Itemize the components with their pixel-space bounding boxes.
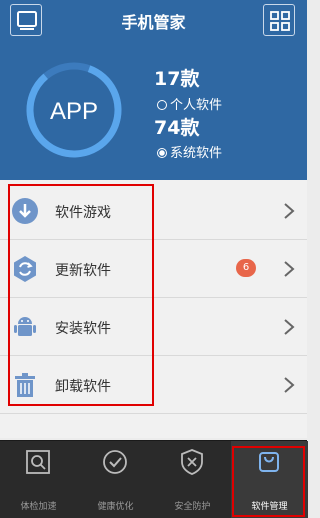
app-summary-panel: APP 17款 个人软件 74款 系统软件 <box>0 40 307 180</box>
annotation-highlight-box <box>8 184 154 406</box>
shield-icon <box>181 449 203 475</box>
personal-radio[interactable]: 个人软件 <box>157 94 222 113</box>
personal-label: 个人软件 <box>170 98 223 113</box>
chevron-right-icon <box>284 203 295 219</box>
tab-label: 安全防护 <box>174 502 211 512</box>
scan-icon <box>26 450 50 474</box>
ring-label: APP <box>50 98 98 125</box>
radio-selected-icon <box>157 148 167 158</box>
annotation-tab-highlight <box>232 446 305 517</box>
tab-health-optimize[interactable]: 健康优化 <box>77 441 154 518</box>
tab-security[interactable]: 安全防护 <box>154 441 231 518</box>
system-count: 74款 <box>154 117 200 139</box>
chevron-right-icon <box>284 319 295 335</box>
personal-count: 17款 <box>154 68 200 90</box>
tab-label: 体检加速 <box>20 502 57 512</box>
system-radio[interactable]: 系统软件 <box>157 142 222 161</box>
page-title: 手机管家 <box>121 13 186 32</box>
top-bar: 手机管家 <box>0 0 307 40</box>
tab-label: 健康优化 <box>97 502 134 512</box>
chevron-right-icon <box>284 261 295 277</box>
check-icon <box>103 450 127 474</box>
radio-icon <box>157 100 167 110</box>
chevron-right-icon <box>284 377 295 393</box>
tab-checkup-speedup[interactable]: 体检加速 <box>0 441 77 518</box>
grid-icon[interactable] <box>263 4 295 36</box>
system-label: 系统软件 <box>170 146 223 161</box>
update-count-badge: 6 <box>236 259 256 277</box>
